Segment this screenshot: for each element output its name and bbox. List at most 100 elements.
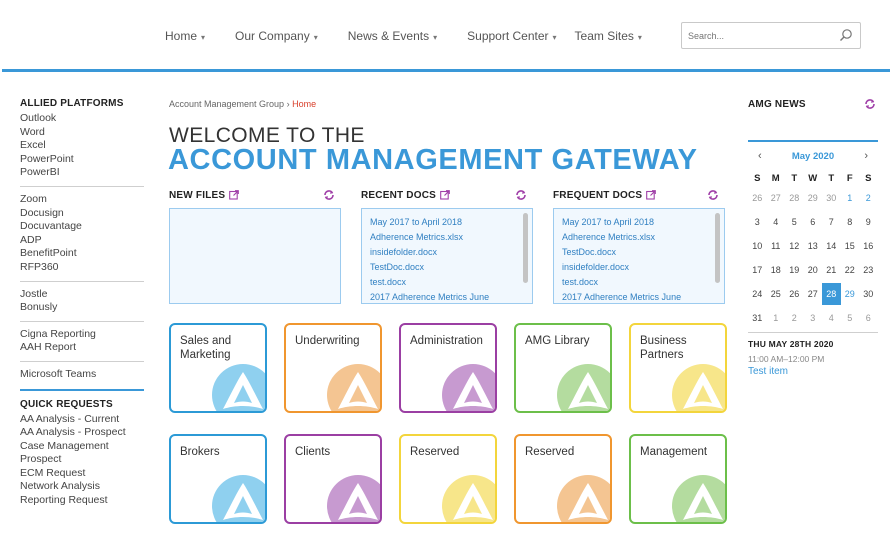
list-item[interactable]: TestDoc.docx xyxy=(562,245,716,260)
link-case-management[interactable]: Case Management xyxy=(20,440,144,454)
tile-clients[interactable]: Clients xyxy=(284,434,382,524)
calendar-day[interactable]: 6 xyxy=(859,313,878,323)
tile-business-partners[interactable]: Business Partners xyxy=(629,323,727,413)
link-aa-analysis-prospect[interactable]: AA Analysis - Prospect xyxy=(20,426,144,440)
external-link-icon[interactable] xyxy=(440,190,450,200)
scrollbar[interactable] xyxy=(715,213,720,283)
nav-news-events[interactable]: News & Events ▾ xyxy=(348,29,437,43)
link-outlook[interactable]: Outlook xyxy=(20,112,144,126)
calendar-day[interactable]: 5 xyxy=(785,217,804,227)
external-link-icon[interactable] xyxy=(646,190,657,200)
list-item[interactable]: insidefolder.docx xyxy=(370,245,524,260)
tile-management[interactable]: Management xyxy=(629,434,727,524)
list-item[interactable]: test.docx xyxy=(370,275,524,290)
external-link-icon[interactable] xyxy=(229,190,240,200)
link-prospect[interactable]: Prospect xyxy=(20,453,144,467)
calendar-day[interactable]: 4 xyxy=(822,313,841,323)
list-item[interactable]: 2017 Adherence Metrics June xyxy=(370,290,524,303)
calendar-day[interactable]: 13 xyxy=(804,241,823,251)
calendar-day[interactable]: 25 xyxy=(767,289,786,299)
calendar-day[interactable]: 17 xyxy=(748,265,767,275)
link-docuvantage[interactable]: Docuvantage xyxy=(20,220,144,234)
link-ecm-request[interactable]: ECM Request xyxy=(20,467,144,481)
link-jostle[interactable]: Jostle xyxy=(20,288,144,302)
link-network-analysis[interactable]: Network Analysis xyxy=(20,480,144,494)
calendar-day[interactable]: 2 xyxy=(859,193,878,203)
calendar-day[interactable]: 26 xyxy=(785,289,804,299)
calendar-day[interactable]: 31 xyxy=(748,313,767,323)
calendar-day[interactable]: 1 xyxy=(841,193,860,203)
link-rfp360[interactable]: RFP360 xyxy=(20,261,144,275)
calendar-day[interactable]: 3 xyxy=(804,313,823,323)
breadcrumb-parent[interactable]: Account Management Group xyxy=(169,99,284,109)
link-cigna-reporting[interactable]: Cigna Reporting xyxy=(20,328,144,342)
tile-sales-and-marketing[interactable]: Sales and Marketing xyxy=(169,323,267,413)
link-zoom[interactable]: Zoom xyxy=(20,193,144,207)
nav-our-company[interactable]: Our Company ▾ xyxy=(235,29,318,43)
list-item[interactable]: May 2017 to April 2018 xyxy=(562,215,716,230)
refresh-icon[interactable] xyxy=(515,189,527,201)
event-link[interactable]: Test item xyxy=(748,366,878,377)
nav-home[interactable]: Home ▾ xyxy=(165,29,205,43)
link-excel[interactable]: Excel xyxy=(20,139,144,153)
calendar-day[interactable]: 21 xyxy=(822,265,841,275)
calendar-day[interactable]: 22 xyxy=(841,265,860,275)
list-item[interactable]: Adherence Metrics.xlsx xyxy=(370,230,524,245)
list-item[interactable]: Adherence Metrics.xlsx xyxy=(562,230,716,245)
calendar-day[interactable]: 20 xyxy=(804,265,823,275)
list-item[interactable]: 2017 Adherence Metrics June xyxy=(562,290,716,303)
calendar-day[interactable]: 29 xyxy=(841,289,860,299)
link-powerbi[interactable]: PowerBI xyxy=(20,166,144,180)
list-item[interactable]: May 2017 to April 2018 xyxy=(370,215,524,230)
link-docusign[interactable]: Docusign xyxy=(20,207,144,221)
calendar-day[interactable]: 2 xyxy=(785,313,804,323)
link-word[interactable]: Word xyxy=(20,126,144,140)
tile-underwriting[interactable]: Underwriting xyxy=(284,323,382,413)
calendar-day[interactable]: 11 xyxy=(767,241,786,251)
link-reporting-request[interactable]: Reporting Request xyxy=(20,494,144,508)
nav-team-sites[interactable]: Team Sites ▾ xyxy=(575,29,642,43)
link-adp[interactable]: ADP xyxy=(20,234,144,248)
search-icon[interactable] xyxy=(839,28,853,45)
calendar-day[interactable]: 15 xyxy=(841,241,860,251)
calendar-day[interactable]: 23 xyxy=(859,265,878,275)
calendar-day[interactable]: 27 xyxy=(804,289,823,299)
calendar-day[interactable]: 9 xyxy=(859,217,878,227)
link-microsoft-teams[interactable]: Microsoft Teams xyxy=(20,368,144,382)
calendar-day[interactable]: 27 xyxy=(767,193,786,203)
calendar-day[interactable]: 14 xyxy=(822,241,841,251)
link-benefitpoint[interactable]: BenefitPoint xyxy=(20,247,144,261)
calendar-day[interactable]: 28 xyxy=(785,193,804,203)
tile-administration[interactable]: Administration xyxy=(399,323,497,413)
calendar-day[interactable]: 29 xyxy=(804,193,823,203)
tile-brokers[interactable]: Brokers xyxy=(169,434,267,524)
calendar-day[interactable]: 19 xyxy=(785,265,804,275)
calendar-day[interactable]: 24 xyxy=(748,289,767,299)
list-item[interactable]: TestDoc.docx xyxy=(370,260,524,275)
calendar-day[interactable]: 8 xyxy=(841,217,860,227)
refresh-icon[interactable] xyxy=(707,189,719,201)
calendar-day[interactable]: 12 xyxy=(785,241,804,251)
tile-reserved[interactable]: Reserved xyxy=(514,434,612,524)
calendar-day[interactable]: 16 xyxy=(859,241,878,251)
calendar-day[interactable]: 30 xyxy=(859,289,878,299)
scrollbar[interactable] xyxy=(523,213,528,283)
list-item[interactable]: test.docx xyxy=(562,275,716,290)
calendar-day[interactable]: 18 xyxy=(767,265,786,275)
calendar-day[interactable]: 10 xyxy=(748,241,767,251)
link-aah-report[interactable]: AAH Report xyxy=(20,341,144,355)
calendar-day[interactable]: 7 xyxy=(822,217,841,227)
calendar-day[interactable]: 3 xyxy=(748,217,767,227)
refresh-icon[interactable] xyxy=(323,189,335,201)
calendar-day[interactable]: 5 xyxy=(841,313,860,323)
calendar-next-button[interactable]: › xyxy=(864,150,868,162)
refresh-icon[interactable] xyxy=(864,98,876,110)
calendar-day[interactable]: 6 xyxy=(804,217,823,227)
calendar-day[interactable]: 28 xyxy=(822,283,841,305)
tile-reserved[interactable]: Reserved xyxy=(399,434,497,524)
calendar-day[interactable]: 1 xyxy=(767,313,786,323)
calendar-prev-button[interactable]: ‹ xyxy=(758,150,762,162)
link-bonusly[interactable]: Bonusly xyxy=(20,301,144,315)
calendar-day[interactable]: 26 xyxy=(748,193,767,203)
list-item[interactable]: insidefolder.docx xyxy=(562,260,716,275)
